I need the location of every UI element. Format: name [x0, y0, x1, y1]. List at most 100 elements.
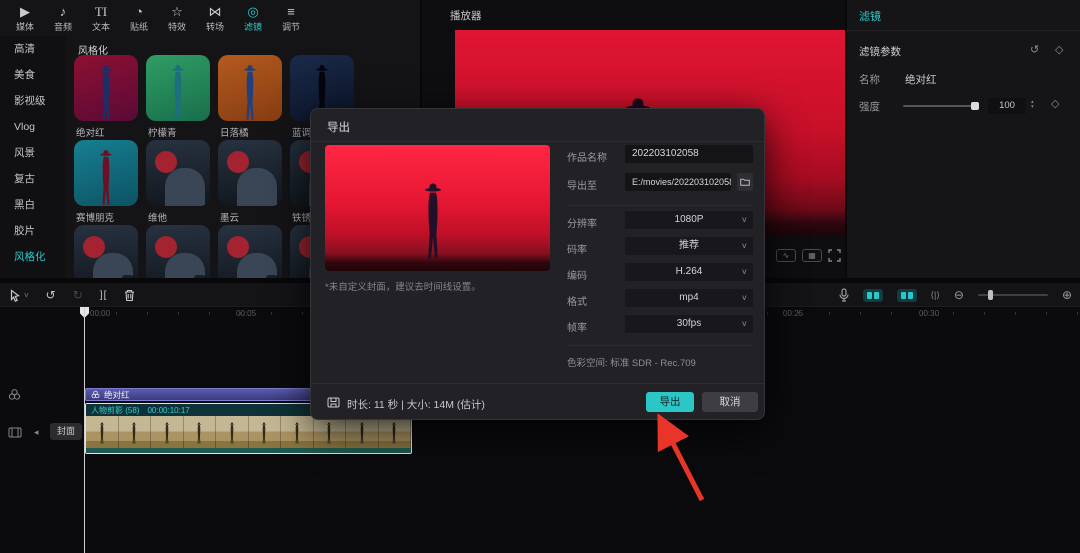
- timeline-zoom-out[interactable]: ⊖: [954, 288, 964, 302]
- filter-track-icon: [8, 388, 21, 401]
- sidebar-item-bw[interactable]: 黑白: [0, 192, 66, 218]
- timeline-zoom-slider[interactable]: [978, 294, 1048, 296]
- filter-label: 墨云: [220, 210, 239, 224]
- filter-label: 赛博朋克: [76, 210, 114, 224]
- format-select[interactable]: mp4 ˅: [625, 289, 753, 307]
- ratio-badge[interactable]: ▦: [802, 249, 822, 262]
- clip-title: 人物剪影 (58): [91, 405, 139, 416]
- sticker-icon: ◔: [135, 5, 143, 19]
- download-icon: ↓: [194, 275, 206, 278]
- codec-select[interactable]: H.264 ˅: [625, 263, 753, 281]
- chevron-down-icon: ˅: [742, 263, 747, 281]
- tab-filters[interactable]: ◎滤镜: [234, 3, 272, 35]
- filter-label: 铁锈: [292, 210, 311, 224]
- sidebar-item-retro[interactable]: 复古: [0, 166, 66, 192]
- tab-audio[interactable]: ♪音频: [44, 3, 82, 35]
- cancel-button[interactable]: 取消: [702, 392, 758, 412]
- sidebar-item-food[interactable]: 美食: [0, 62, 66, 88]
- resolution-select[interactable]: 1080P ˅: [625, 211, 753, 229]
- undo-button[interactable]: ↺: [46, 288, 56, 302]
- clip-timecode: 00:00:10:17: [147, 406, 189, 415]
- cursor-tool-icon[interactable]: [10, 289, 21, 302]
- fullscreen-icon[interactable]: [828, 249, 841, 262]
- field-label-codec: 编码: [567, 267, 587, 282]
- ruler-label: 00:30: [919, 309, 939, 318]
- clip-filmstrip: [86, 416, 411, 448]
- filter-label: 绝对红: [76, 125, 105, 139]
- chevron-down-icon: ˅: [742, 237, 747, 255]
- tab-effects[interactable]: ☆特效: [158, 3, 196, 35]
- export-cover-preview[interactable]: [325, 145, 550, 271]
- app-window: ▶媒体 ♪音频 TI文本 ◔贴纸 ☆特效 ⋈转场 ◎滤镜 ≡调节 高清 美食 影…: [0, 0, 1080, 553]
- timeline-zoom-in[interactable]: ⊕: [1062, 288, 1072, 302]
- tab-text[interactable]: TI文本: [82, 3, 120, 35]
- filter-thumb-ningmeng-qing[interactable]: [146, 55, 210, 121]
- filter-clip-label: 绝对红: [104, 389, 130, 401]
- auto-snap-toggle[interactable]: [897, 289, 917, 302]
- timeline-zoom-slider-thumb[interactable]: [988, 290, 993, 300]
- preview-axis-toggle[interactable]: ⟨|⟩: [931, 290, 940, 301]
- reset-icon[interactable]: ↺: [1030, 43, 1039, 56]
- project-name-input[interactable]: 202203102058: [625, 145, 753, 163]
- tab-transitions[interactable]: ⋈转场: [196, 3, 234, 35]
- strength-keyframe-icon[interactable]: ◇: [1051, 97, 1059, 110]
- strength-stepper[interactable]: ▴▾: [1031, 100, 1034, 110]
- sidebar-item-cinematic[interactable]: 影视级: [0, 88, 66, 114]
- filter-thumb-juedui-hong[interactable]: [74, 55, 138, 121]
- download-icon: ↓: [122, 275, 134, 278]
- clip-audio-strip: [86, 448, 411, 453]
- cursor-dropdown-chevron[interactable]: ˅: [24, 291, 29, 300]
- filter-thumb[interactable]: ↓: [146, 225, 210, 278]
- cover-button[interactable]: 封面: [50, 423, 82, 440]
- filter-settings-panel: 滤镜 滤镜参数 ↺ ◇ 名称 绝对红 强度 100 ▴▾ ◇: [847, 0, 1080, 278]
- browse-folder-button[interactable]: [737, 173, 753, 191]
- sidebar-item-hd[interactable]: 高清: [0, 36, 66, 62]
- keyframe-icon[interactable]: ◇: [1055, 43, 1063, 56]
- export-button[interactable]: 导出: [646, 392, 694, 412]
- field-label-export-path: 导出至: [567, 177, 597, 192]
- redo-button[interactable]: ↻: [73, 288, 83, 302]
- filter-label: 蓝调: [292, 125, 311, 139]
- record-voiceover-icon[interactable]: [839, 288, 849, 302]
- sidebar-item-film[interactable]: 胶片: [0, 218, 66, 244]
- file-size-icon: [327, 397, 340, 408]
- filter-thumb[interactable]: ↓: [218, 225, 282, 278]
- filter-clip-icon: [91, 390, 100, 399]
- filter-thumb[interactable]: ↓: [74, 225, 138, 278]
- color-space-info: 色彩空间: 标准 SDR - Rec.709: [567, 355, 696, 369]
- main-track-magnet-toggle[interactable]: [863, 289, 883, 302]
- ruler-label: 00:00: [90, 309, 110, 318]
- tab-media[interactable]: ▶媒体: [6, 3, 44, 35]
- strength-label: 强度: [859, 99, 880, 114]
- strength-slider-thumb[interactable]: [971, 102, 979, 110]
- filter-params-title: 滤镜参数: [859, 44, 901, 59]
- tab-adjust[interactable]: ≡调节: [272, 3, 310, 35]
- strength-slider[interactable]: [903, 105, 979, 107]
- export-path-input[interactable]: E:/movies/202203102058...: [625, 173, 731, 191]
- filter-thumb-weita[interactable]: [146, 140, 210, 206]
- filter-label: 日落橘: [220, 125, 249, 139]
- dialog-title: 导出: [327, 119, 350, 135]
- sidebar-item-scenery[interactable]: 风景: [0, 140, 66, 166]
- bitrate-select[interactable]: 推荐 ˅: [625, 237, 753, 255]
- sidebar-item-vlog[interactable]: Vlog: [0, 114, 66, 140]
- filter-thumb-moyun[interactable]: [218, 140, 282, 206]
- quality-badge[interactable]: ∿: [776, 249, 796, 262]
- export-dialog: 导出 *未自定义封面，建议去时间线设置。 作品名称 202203102058 导…: [310, 108, 765, 420]
- export-summary: 时长: 11 秒 | 大小: 14M (估计): [347, 397, 485, 412]
- filter-thumb-cyberpunk[interactable]: [74, 140, 138, 206]
- chevron-down-icon: ˅: [742, 211, 747, 229]
- strength-value[interactable]: 100: [988, 98, 1026, 114]
- filter-label: 维他: [148, 210, 167, 224]
- tab-filter-settings[interactable]: 滤镜: [859, 8, 881, 24]
- playhead-line[interactable]: [84, 307, 85, 553]
- filter-thumb-riluo-ju[interactable]: [218, 55, 282, 121]
- split-button[interactable]: ][: [100, 290, 108, 301]
- collapse-track-icon[interactable]: ◂: [34, 427, 39, 438]
- delete-button[interactable]: [124, 289, 135, 302]
- field-label-title: 作品名称: [567, 149, 607, 164]
- tab-sticker[interactable]: ◔贴纸: [120, 3, 158, 35]
- field-label-framerate: 帧率: [567, 319, 587, 334]
- framerate-select[interactable]: 30fps ˅: [625, 315, 753, 333]
- sidebar-item-stylized[interactable]: 风格化: [0, 244, 66, 270]
